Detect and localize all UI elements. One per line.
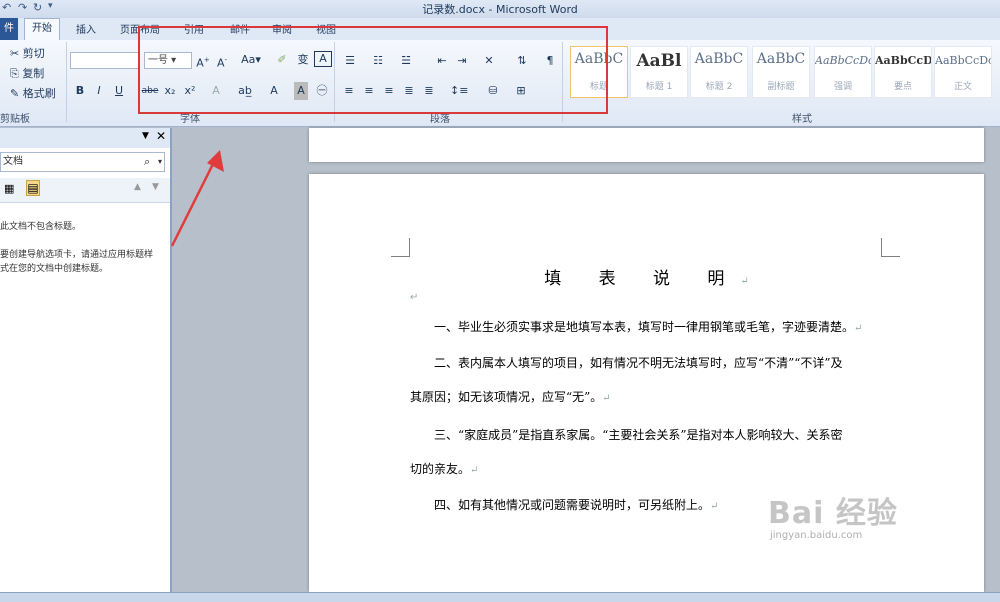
style-name: 正文 <box>953 82 972 92</box>
close-icon[interactable]: ✕ <box>156 129 166 143</box>
tab-home[interactable]: 开始 <box>24 18 60 40</box>
brush-icon: ✎ <box>10 87 20 100</box>
group-separator <box>66 42 67 122</box>
crop-mark <box>391 238 410 257</box>
cut-button[interactable]: ✂ 剪切 <box>10 46 45 62</box>
nav-search-placeholder: 文档 <box>3 156 23 167</box>
watermark-brand: Bai 经验 <box>768 496 898 531</box>
style-emphasis[interactable]: AaBbCcDc 强调 <box>814 46 872 98</box>
style-strong[interactable]: AaBbCcD 要点 <box>874 46 932 98</box>
style-sample: AaBbCcDc <box>815 54 871 67</box>
arrow-shaft <box>170 157 218 247</box>
format-painter-button[interactable]: ✎ 格式刷 <box>10 86 56 102</box>
paragraph-continuation[interactable]: 切的亲友。↵ <box>410 452 888 488</box>
nav-help-message: 要创建导航选项卡，请通过应用标题样式在您的文档中创建标题。 <box>0 250 154 274</box>
paragraph-text: 四、如有其他情况或问题需要说明时，可另纸附上。 <box>434 498 711 512</box>
tab-file[interactable]: 件 <box>0 18 18 40</box>
underline-button[interactable]: U <box>113 82 125 100</box>
document-title-text: 填 表 说 明 <box>544 269 741 289</box>
pages-view-icon[interactable]: ▦ <box>4 182 14 195</box>
title-bar: ↶ ↷ ↻ ▾ 记录数.docx - Microsoft Word <box>0 0 1000 18</box>
results-view-icon[interactable]: ▤ <box>26 180 40 196</box>
crop-mark <box>881 238 900 257</box>
style-heading-2[interactable]: AaBbC 标题 2 <box>690 46 748 98</box>
search-icon[interactable]: ⌕ <box>144 153 150 171</box>
style-sample: AaBl <box>636 51 682 71</box>
copy-button[interactable]: ⎘ 复制 <box>10 66 44 82</box>
paragraph-mark: ↵ <box>470 465 479 476</box>
style-subtitle[interactable]: AaBbC 副标题 <box>752 46 810 98</box>
tab-insert[interactable]: 插入 <box>76 21 96 36</box>
paragraph[interactable]: 一、毕业生必须实事求是地填写本表，填写时一律用钢笔或毛笔，字迹要清楚。↵ <box>410 310 888 346</box>
nav-empty-message: 此文档不包含标题。 <box>0 222 82 232</box>
paragraph-text: 其原因；如无该项情况，应写“无”。 <box>410 390 603 404</box>
style-sample: AaBbC <box>694 51 744 67</box>
copy-icon: ⎘ <box>10 67 19 80</box>
style-normal[interactable]: AaBbCcDc 正文 <box>934 46 992 98</box>
document-title[interactable]: 填 表 说 明↵ <box>309 264 984 289</box>
highlight-box <box>138 26 608 114</box>
clipboard-group-label: 剪贴板 <box>0 114 30 125</box>
paragraph-mark: ↵ <box>854 323 863 334</box>
paragraph-mark: ↵ <box>710 501 719 512</box>
cut-label: 剪切 <box>22 47 45 60</box>
annotation-arrow <box>170 150 224 247</box>
navigation-pane: ▼ ✕ 文档 ⌕ ▾ ▦ ▤ ▲ ▼ 此文档不包含标题。 要创建导航选项卡，请通… <box>0 128 171 592</box>
watermark: Bai 经验 jingyan.baidu.com <box>768 488 898 541</box>
format-painter-label: 格式刷 <box>22 87 56 100</box>
next-icon[interactable]: ▼ <box>152 182 159 192</box>
paragraph-text: 切的亲友。 <box>410 462 471 476</box>
style-name: 要点 <box>893 82 912 92</box>
copy-label: 复制 <box>22 67 45 80</box>
nav-pane-tabs: ▦ ▤ ▲ ▼ <box>0 178 170 203</box>
paragraph-continuation[interactable]: 其原因；如无该项情况，应写“无”。↵ <box>410 380 888 416</box>
italic-button[interactable]: I <box>93 82 105 100</box>
font-name-combo[interactable] <box>70 52 140 69</box>
paragraph[interactable]: 二、表内属本人填写的项目，如有情况不明无法填写时，应写“不清”“不详”及 <box>410 346 888 380</box>
style-name: 标题 2 <box>705 82 733 92</box>
paragraph[interactable]: 三、“家庭成员”是指直系家属。“主要社会关系”是指对本人影响较大、关系密 <box>410 418 888 452</box>
nav-search-input[interactable]: 文档 ⌕ ▾ <box>0 152 165 172</box>
bold-button[interactable]: B <box>74 82 86 100</box>
style-sample: AaBbCcDc <box>935 54 991 67</box>
paragraph-mark: ↵ <box>602 393 611 404</box>
scissors-icon: ✂ <box>10 47 20 60</box>
paragraph-mark: ↵ <box>740 276 749 287</box>
previous-icon[interactable]: ▲ <box>134 182 141 192</box>
paragraph-text: 二、表内属本人填写的项目，如有情况不明无法填写时，应写“不清”“不详”及 <box>434 356 843 370</box>
style-name: 标题 1 <box>645 82 673 92</box>
window-title: 记录数.docx - Microsoft Word <box>422 3 578 16</box>
paragraph-text: 一、毕业生必须实事求是地填写本表，填写时一律用钢笔或毛笔，字迹要清楚。 <box>434 320 855 334</box>
paragraph-mark: ↵ <box>410 292 419 303</box>
nav-menu-icon[interactable]: ▼ <box>142 131 149 141</box>
paragraph-text: 三、“家庭成员”是指直系家属。“主要社会关系”是指对本人影响较大、关系密 <box>434 428 843 442</box>
style-name: 副标题 <box>767 82 795 92</box>
styles-group-label: 样式 <box>792 114 812 125</box>
style-sample: AaBbCcD <box>875 54 931 67</box>
style-sample: AaBbC <box>756 51 806 67</box>
nav-pane-header: ▼ ✕ <box>0 128 170 148</box>
style-heading-1[interactable]: AaBl 标题 1 <box>630 46 688 98</box>
previous-page <box>309 128 984 162</box>
style-name: 强调 <box>833 82 852 92</box>
